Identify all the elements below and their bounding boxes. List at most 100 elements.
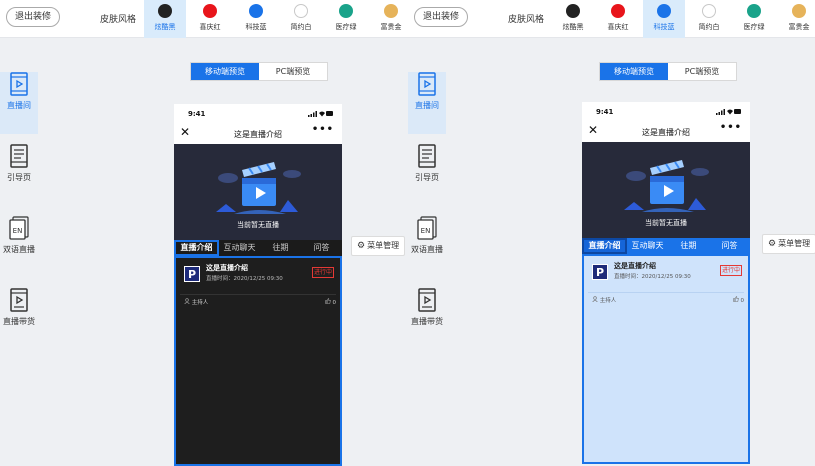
tab-qa[interactable]: 问答 [301, 240, 342, 256]
status-badge: 进行中 [719, 265, 742, 276]
skin-color-dot [566, 4, 580, 18]
live-time: 直播时间：2020/12/25 09:30 [614, 274, 691, 280]
skin-option-festive-red[interactable]: 喜庆红 [189, 0, 231, 38]
phone-title-bar: ✕ 这是直播介绍 ••• [582, 122, 750, 142]
gear-icon: ⚙ [357, 241, 366, 251]
en-icon: EN [9, 216, 29, 240]
skin-option-festive-red[interactable]: 喜庆红 [597, 0, 639, 38]
skin-color-dot [203, 4, 217, 18]
en-icon: EN [417, 216, 437, 240]
top-bar: 退出装修 皮肤风格 炫酷黑 喜庆红 科技蓝 简约白 医疗绿 富贵金 [0, 0, 408, 38]
thumb-up-icon [732, 296, 739, 302]
preview-toggle: 移动端预览 PC端预览 [190, 62, 328, 81]
gear-icon: ⚙ [768, 239, 777, 249]
live-tabs: 直播介绍 互动聊天 往期 问答 [582, 238, 750, 254]
skin-color-dot [747, 4, 761, 18]
skin-option-luxury-gold[interactable]: 富贵金 [778, 0, 815, 38]
signal-battery-icon [716, 109, 741, 115]
shopping-play-icon [418, 288, 436, 312]
editor-panel-dark: 退出装修 皮肤风格 炫酷黑 喜庆红 科技蓝 简约白 医疗绿 富贵金 直播间 引导… [0, 0, 408, 466]
tab-chat[interactable]: 互动聊天 [627, 238, 668, 254]
skin-style-label: 皮肤风格 [100, 15, 137, 25]
live-time: 直播时间：2020/12/25 09:30 [206, 276, 283, 282]
skin-color-dot [294, 4, 308, 18]
menu-manage-button[interactable]: ⚙ 菜单管理 [762, 234, 815, 254]
skin-color-dot [702, 4, 716, 18]
video-player: 当前暂无直播 [174, 144, 342, 240]
skin-option-tech-blue[interactable]: 科技蓝 [643, 0, 685, 38]
sidebar: 直播间 引导页 EN 双语直播 直播带货 [0, 62, 38, 350]
skin-color-dot [339, 4, 353, 18]
svg-text:EN: EN [13, 227, 23, 235]
live-title: 这是直播介绍 [206, 264, 248, 272]
channel-logo: P [592, 264, 608, 280]
sidebar-item-live-commerce[interactable]: 直播带货 [0, 288, 38, 350]
user-icon [592, 296, 598, 303]
more-icon[interactable]: ••• [720, 122, 742, 133]
pc-preview-tab[interactable]: PC端预览 [668, 63, 736, 80]
host-row: 主持人 0 [180, 294, 336, 308]
thumb-up-icon [324, 298, 331, 304]
skin-color-dot [657, 4, 671, 18]
tab-intro[interactable]: 直播介绍 [174, 240, 219, 256]
sidebar-item-bilingual-live[interactable]: EN 双语直播 [408, 216, 446, 278]
mobile-preview-tab[interactable]: 移动端预览 [600, 63, 668, 80]
phone-title-bar: ✕ 这是直播介绍 ••• [174, 124, 342, 144]
intro-content: P 这是直播介绍 直播时间：2020/12/25 09:30 进行中 主持人 0 [582, 254, 750, 464]
live-info-card: P 这是直播介绍 直播时间：2020/12/25 09:30 进行中 [180, 262, 336, 288]
skin-option-cool-black[interactable]: 炫酷黑 [144, 0, 186, 38]
skin-option-medical-green[interactable]: 医疗绿 [325, 0, 367, 38]
skin-option-cool-black[interactable]: 炫酷黑 [552, 0, 594, 38]
skin-option-medical-green[interactable]: 医疗绿 [733, 0, 775, 38]
phone-preview: 9:41 ✕ 这是直播介绍 ••• 当前暂无直播 直播介绍 互动聊天 往期 问答… [174, 104, 342, 466]
skin-color-dot [611, 4, 625, 18]
clapperboard-icon [216, 162, 301, 214]
like-count[interactable]: 0 [324, 298, 336, 306]
channel-logo: P [184, 266, 200, 282]
exit-decoration-button[interactable]: 退出装修 [414, 7, 468, 27]
shopping-play-icon [10, 288, 28, 312]
sidebar-item-live-room[interactable]: 直播间 [0, 72, 38, 134]
tab-past[interactable]: 往期 [668, 238, 709, 254]
more-icon[interactable]: ••• [312, 124, 334, 135]
skin-option-simple-white[interactable]: 简约白 [688, 0, 730, 38]
exit-decoration-button[interactable]: 退出装修 [6, 7, 60, 27]
top-bar: 退出装修 皮肤风格 炫酷黑 喜庆红 科技蓝 简约白 医疗绿 富贵金 [408, 0, 815, 38]
mobile-preview-tab[interactable]: 移动端预览 [191, 63, 259, 80]
skin-option-luxury-gold[interactable]: 富贵金 [370, 0, 408, 38]
play-box-icon [10, 72, 28, 96]
intro-content: P 这是直播介绍 直播时间：2020/12/25 09:30 进行中 主持人 0 [174, 256, 342, 466]
host-label: 主持人 [592, 296, 616, 304]
play-box-icon [418, 72, 436, 96]
status-bar: 9:41 [582, 102, 750, 122]
skin-option-tech-blue[interactable]: 科技蓝 [235, 0, 277, 38]
skin-color-dot [384, 4, 398, 18]
host-row: 主持人 0 [588, 292, 744, 306]
live-tabs: 直播介绍 互动聊天 往期 问答 [174, 240, 342, 256]
sidebar-item-live-commerce[interactable]: 直播带货 [408, 288, 446, 350]
skin-color-dot [158, 4, 172, 18]
sidebar-item-bilingual-live[interactable]: EN 双语直播 [0, 216, 38, 278]
tab-chat[interactable]: 互动聊天 [219, 240, 260, 256]
like-count[interactable]: 0 [732, 296, 744, 304]
pc-preview-tab[interactable]: PC端预览 [259, 63, 327, 80]
tab-qa[interactable]: 问答 [709, 238, 750, 254]
sidebar: 直播间 引导页 EN 双语直播 直播带货 [408, 62, 446, 350]
guide-page-icon [418, 144, 436, 168]
no-live-text: 当前暂无直播 [237, 221, 279, 229]
live-title: 这是直播介绍 [614, 262, 656, 270]
svg-text:EN: EN [421, 227, 431, 235]
skin-style-label: 皮肤风格 [508, 15, 545, 25]
tab-past[interactable]: 往期 [260, 240, 301, 256]
user-icon [184, 298, 190, 305]
skin-option-simple-white[interactable]: 简约白 [280, 0, 322, 38]
menu-manage-button[interactable]: ⚙ 菜单管理 [351, 236, 405, 256]
skin-color-dot [792, 4, 806, 18]
tab-intro[interactable]: 直播介绍 [582, 238, 627, 254]
clapperboard-icon [624, 160, 709, 212]
sidebar-item-guide-page[interactable]: 引导页 [408, 144, 446, 206]
sidebar-item-live-room[interactable]: 直播间 [408, 72, 446, 134]
video-player: 当前暂无直播 [582, 142, 750, 238]
sidebar-item-guide-page[interactable]: 引导页 [0, 144, 38, 206]
signal-battery-icon [308, 111, 333, 117]
